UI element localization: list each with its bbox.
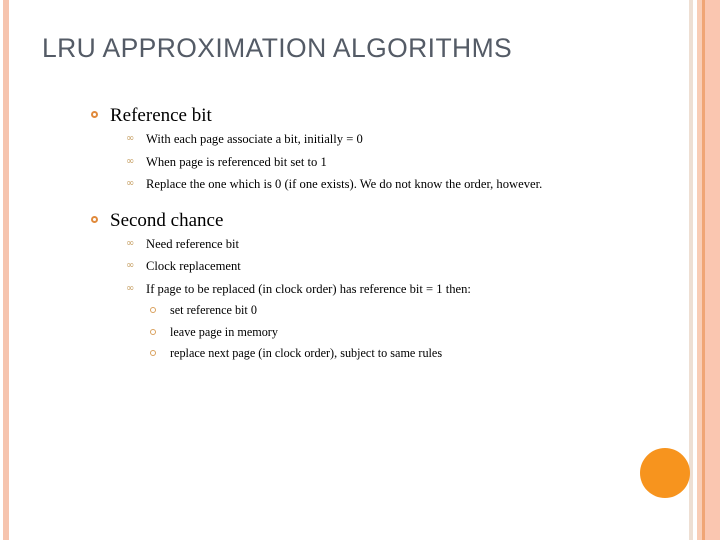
bullet-level1: Second chance [88, 209, 648, 232]
section-heading: Second chance [110, 209, 224, 231]
infinity-scroll-bullet-icon: ∞ [126, 155, 134, 167]
infinity-scroll-bullet-icon: ∞ [126, 237, 134, 249]
infinity-scroll-bullet-icon: ∞ [126, 282, 134, 294]
small-hollow-ring-bullet-icon [150, 350, 156, 356]
infinity-scroll-bullet-icon: ∞ [126, 178, 134, 189]
bullet-level2: ∞ Need reference bit [88, 235, 648, 255]
infinity-scroll-bullet-icon: ∞ [126, 133, 134, 144]
bullet-level3: replace next page (in clock order), subj… [88, 344, 648, 364]
bullet-level2: ∞ With each page associate a bit, initia… [88, 130, 648, 150]
bullet-level3: leave page in memory [88, 323, 648, 343]
bullet-level1: Reference bit [88, 104, 648, 127]
left-border-stripe [3, 0, 9, 540]
small-hollow-ring-bullet-icon [150, 328, 156, 335]
bullet-text: Clock replacement [146, 259, 241, 273]
section-heading: Reference bit [110, 105, 212, 126]
bullet-level3: set reference bit 0 [88, 301, 648, 321]
right-border-stripe-1 [689, 0, 693, 540]
bullet-text: Need reference bit [146, 236, 239, 251]
bullet-level3-list: set reference bit 0 leave page in memory… [88, 301, 648, 364]
right-border-stripe-4 [705, 0, 720, 540]
bullet-level2: ∞ Replace the one which is 0 (if one exi… [88, 175, 648, 195]
infinity-scroll-bullet-icon: ∞ [126, 260, 134, 271]
orange-circle-accent [640, 448, 690, 498]
bullet-text: When page is referenced bit set to 1 [146, 154, 327, 169]
bullet-level2: ∞ Clock replacement [88, 257, 648, 277]
slide-body: Reference bit ∞ With each page associate… [88, 104, 648, 364]
bullet-text: leave page in memory [170, 324, 278, 339]
bullet-text: If page to be replaced (in clock order) … [146, 281, 471, 296]
bullet-level2: ∞ If page to be replaced (in clock order… [88, 280, 648, 300]
bullet-level2-list: ∞ Need reference bit ∞ Clock replacement… [88, 235, 648, 364]
bullet-text: Replace the one which is 0 (if one exist… [146, 177, 543, 191]
bullet-level2: ∞ When page is referenced bit set to 1 [88, 153, 648, 173]
slide-title: LRU APPROXIMATION ALGORITHMS [42, 33, 513, 63]
slide-canvas: LRU APPROXIMATION ALGORITHMS Reference b… [0, 0, 720, 540]
bullet-level2-list: ∞ With each page associate a bit, initia… [88, 130, 648, 195]
bullet-text: With each page associate a bit, initiall… [146, 132, 363, 146]
bullet-text: replace next page (in clock order), subj… [170, 346, 443, 360]
hollow-ring-bullet-icon [91, 215, 98, 223]
bullet-text: set reference bit 0 [170, 303, 257, 317]
hollow-ring-bullet-icon [91, 111, 98, 118]
small-hollow-ring-bullet-icon [150, 307, 156, 313]
